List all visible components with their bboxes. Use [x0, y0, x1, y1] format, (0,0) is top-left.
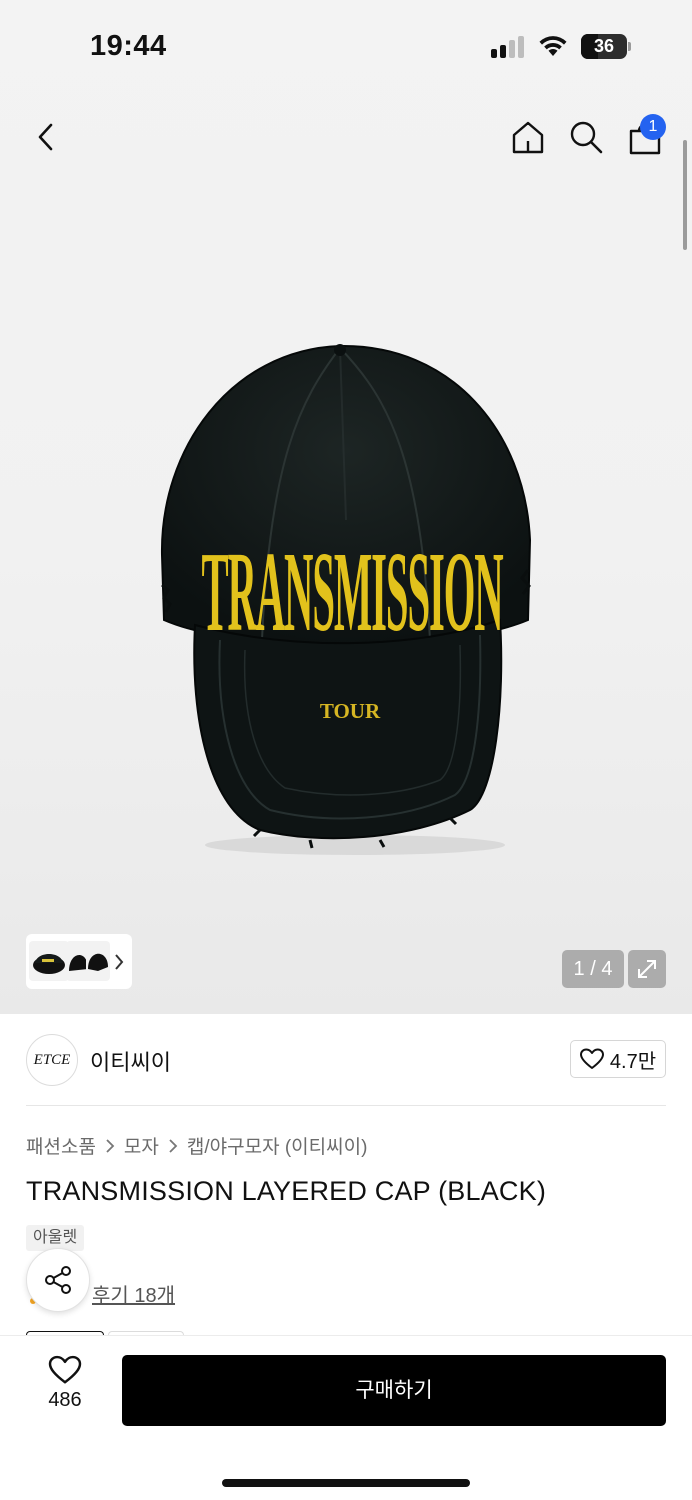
brand-logo[interactable]: ETCE: [26, 1034, 78, 1086]
review-link[interactable]: 후기 18개: [92, 1279, 175, 1308]
cellular-signal-icon: [491, 36, 527, 58]
thumbnail-3[interactable]: [86, 941, 110, 981]
brand-name[interactable]: 이티씨이: [90, 1045, 171, 1077]
expand-icon: [638, 960, 656, 978]
share-icon: [45, 1266, 71, 1294]
breadcrumb-item[interactable]: 캡/야구모자 (이티씨이): [187, 1132, 368, 1159]
home-button[interactable]: [508, 115, 548, 159]
back-button[interactable]: [26, 115, 66, 159]
expand-button[interactable]: [628, 950, 666, 988]
search-button[interactable]: [566, 115, 606, 159]
heart-icon: [579, 1048, 604, 1069]
back-icon: [38, 123, 53, 151]
wifi-icon: [539, 36, 567, 56]
breadcrumb: 패션소품 모자 캡/야구모자 (이티씨이): [26, 1132, 367, 1159]
chevron-right-icon[interactable]: [112, 952, 126, 972]
home-icon: [512, 121, 544, 154]
scroll-indicator: [683, 140, 687, 250]
battery-icon: 36: [581, 34, 631, 59]
product-title: TRANSMISSION LAYERED CAP (BLACK): [26, 1176, 547, 1206]
cart-badge: 1: [640, 114, 666, 140]
chevron-right-icon: [106, 1138, 115, 1153]
cap-embroidery-text: TRANSMISSION: [201, 527, 503, 655]
home-indicator: [222, 1479, 470, 1487]
breadcrumb-item[interactable]: 모자: [124, 1132, 159, 1159]
search-icon: [570, 121, 603, 154]
heart-icon: [48, 1355, 82, 1384]
share-button[interactable]: [26, 1248, 90, 1312]
cap-embroidery-subtext: TOUR: [320, 699, 381, 723]
product-image: TRANSMISSION TOUR: [160, 344, 532, 855]
brand-like-count: 4.7만: [609, 1050, 657, 1073]
wishlist-button[interactable]: 486: [34, 1355, 96, 1425]
image-counter: 1 / 4: [562, 950, 624, 988]
chevron-right-icon: [169, 1138, 178, 1153]
brand-like-button[interactable]: 4.7만: [570, 1040, 666, 1078]
breadcrumb-item[interactable]: 패션소품: [26, 1132, 96, 1159]
thumbnail-1[interactable]: [29, 941, 69, 981]
buy-button[interactable]: 구매하기: [122, 1355, 666, 1426]
wishlist-count: 486: [48, 1389, 82, 1411]
battery-level: 36: [593, 36, 615, 56]
status-time: 19:44: [90, 30, 167, 62]
divider: [26, 1105, 666, 1106]
